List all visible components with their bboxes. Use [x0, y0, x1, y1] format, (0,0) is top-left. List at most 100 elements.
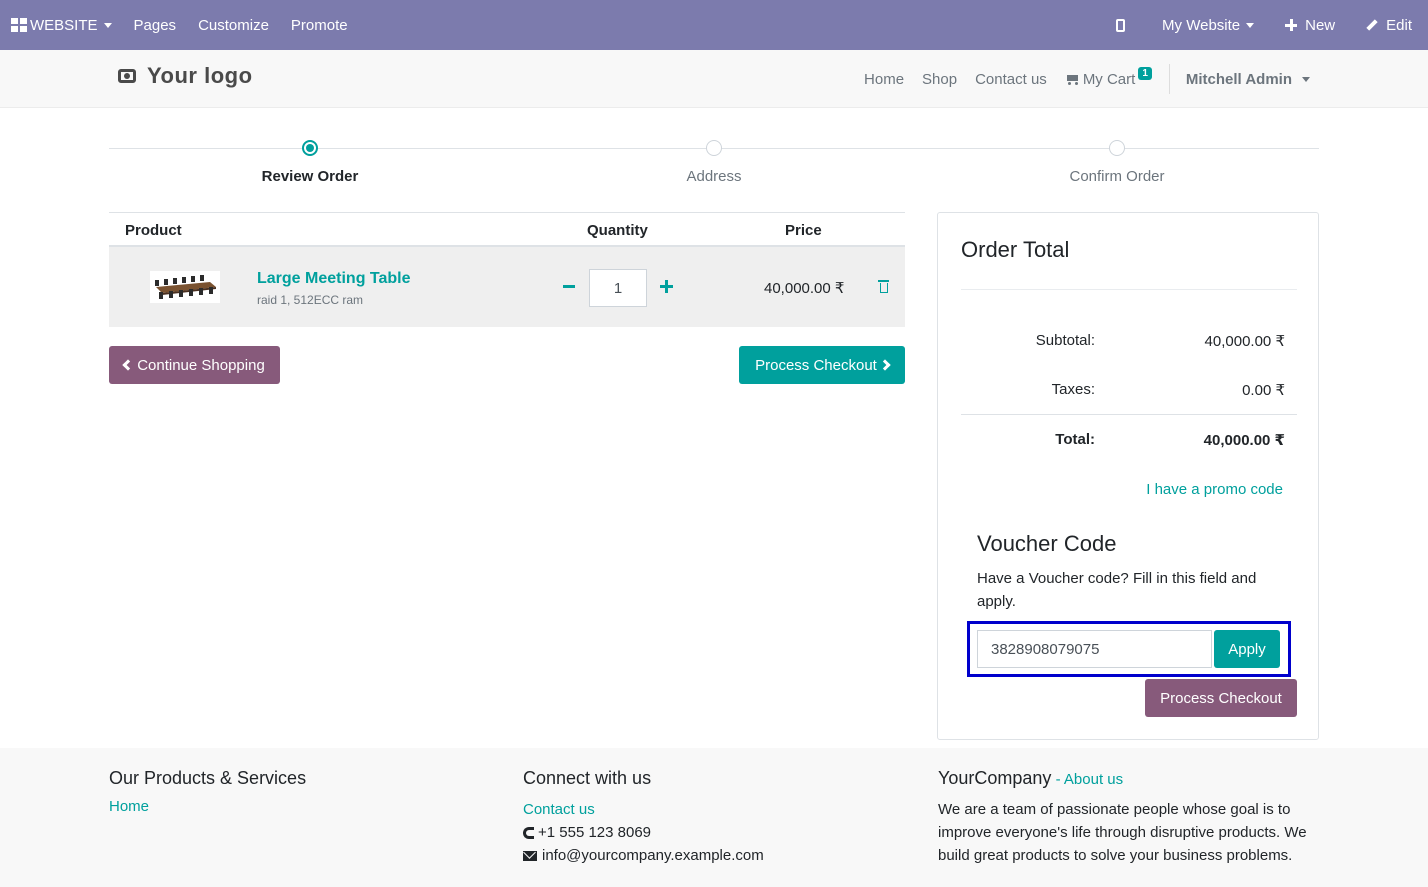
continue-shopping-button[interactable]: Continue Shopping	[109, 346, 280, 384]
column-product: Product	[125, 222, 182, 239]
product-thumbnail[interactable]	[150, 271, 220, 303]
order-total-title: Order Total	[961, 237, 1070, 262]
nav-my-cart[interactable]: My Cart 1	[1056, 66, 1161, 88]
about-us-link[interactable]: About us	[1064, 771, 1123, 788]
quantity-input[interactable]	[589, 269, 647, 307]
cart-row: Large Meeting Table raid 1, 512ECC ram 4…	[109, 247, 905, 327]
edit-label: Edit	[1386, 16, 1412, 34]
process-checkout-button[interactable]: Process Checkout	[739, 346, 905, 384]
nav-shop[interactable]: Shop	[913, 71, 966, 88]
footer-company: YourCompany - About us We are a team of …	[938, 768, 1318, 867]
chevron-right-icon	[879, 359, 891, 371]
taxes-label: Taxes:	[1051, 381, 1095, 398]
cart-table: Product Quantity Price Large Meeting Tab…	[109, 212, 905, 327]
phone-icon	[523, 826, 534, 839]
subtotal-value: 40,000.00 ₹	[1204, 333, 1285, 350]
column-quantity: Quantity	[587, 222, 648, 239]
divider	[961, 414, 1297, 415]
process-checkout-label: Process Checkout	[755, 356, 877, 374]
divider	[961, 289, 1297, 290]
caret-down-icon	[103, 22, 112, 28]
step-label: Confirm Order	[1069, 168, 1165, 185]
caret-down-icon	[1302, 76, 1310, 82]
footer-company-title: YourCompany - About us	[938, 768, 1318, 789]
promote-menu[interactable]: Promote	[280, 0, 359, 50]
cart-table-header: Product Quantity Price	[109, 212, 905, 247]
voucher-title: Voucher Code	[977, 531, 1117, 556]
company-name: YourCompany	[938, 768, 1052, 788]
footer-phone-text: +1 555 123 8069	[538, 824, 652, 841]
footer-home-link[interactable]: Home	[109, 798, 306, 815]
site-header: Your logo Home Shop Contact us My Cart 1…	[0, 50, 1428, 108]
product-name-link[interactable]: Large Meeting Table	[257, 270, 411, 288]
cart-count-badge: 1	[1138, 66, 1152, 80]
step-review-order: Review Order	[160, 138, 460, 185]
edit-button[interactable]: Edit	[1355, 0, 1428, 50]
camera-icon	[118, 69, 136, 83]
product-description: raid 1, 512ECC ram	[257, 293, 364, 307]
step-dot-icon	[302, 140, 318, 156]
nav-contact-us[interactable]: Contact us	[966, 71, 1056, 88]
footer-products: Our Products & Services Home	[109, 768, 306, 815]
footer-contact-link[interactable]: Contact us	[523, 798, 764, 821]
site-logo[interactable]: Your logo	[118, 63, 253, 89]
mobile-preview-button[interactable]	[1105, 0, 1151, 50]
new-button[interactable]: New	[1274, 0, 1355, 50]
step-confirm-order: Confirm Order	[967, 138, 1267, 185]
footer-phone: +1 555 123 8069	[523, 821, 764, 844]
apps-grid-icon	[11, 18, 27, 32]
order-total-card: Order Total Subtotal: 40,000.00 ₹ Taxes:…	[937, 212, 1319, 740]
my-website-menu[interactable]: My Website	[1151, 0, 1274, 50]
pages-menu[interactable]: Pages	[123, 0, 188, 50]
my-cart-label: My Cart	[1082, 70, 1136, 88]
shopping-cart-icon	[1065, 74, 1079, 85]
process-checkout-button-secondary[interactable]: Process Checkout	[1145, 679, 1297, 717]
caret-down-icon	[1246, 22, 1255, 28]
title-separator: -	[1051, 771, 1064, 788]
step-address: Address	[564, 138, 864, 185]
product-price: 40,000.00 ₹	[764, 280, 845, 297]
nav-home[interactable]: Home	[855, 71, 913, 88]
website-menu[interactable]: WEBSITE	[0, 0, 123, 50]
footer-connect: Connect with us Contact us +1 555 123 80…	[523, 768, 764, 867]
voucher-form: Apply	[967, 621, 1291, 677]
site-nav: Home Shop Contact us My Cart 1 Mitchell …	[855, 50, 1428, 108]
new-label: New	[1305, 16, 1336, 34]
footer-products-title: Our Products & Services	[109, 768, 307, 788]
pencil-icon	[1366, 19, 1378, 31]
step-dot-icon	[706, 140, 722, 156]
step-label: Address	[686, 168, 742, 185]
step-label: Review Order	[261, 168, 359, 185]
increase-quantity-button[interactable]	[660, 280, 673, 293]
subtotal-label: Subtotal:	[1035, 332, 1095, 349]
company-description: We are a team of passionate people whose…	[938, 801, 1307, 864]
mobile-phone-icon	[1116, 18, 1126, 32]
admin-bar: WEBSITE Pages Customize Promote My Websi…	[0, 0, 1428, 50]
my-website-label: My Website	[1162, 16, 1241, 34]
apply-voucher-button[interactable]: Apply	[1214, 630, 1280, 668]
column-price: Price	[785, 222, 822, 239]
checkout-progress: Review Order Address Confirm Order	[109, 138, 1319, 198]
promo-code-link[interactable]: I have a promo code	[1146, 481, 1283, 498]
chevron-left-icon	[122, 359, 134, 371]
decrease-quantity-button[interactable]	[563, 285, 575, 288]
footer-email-text: info@yourcompany.example.com	[542, 847, 764, 864]
site-footer: Our Products & Services Home Connect wit…	[0, 748, 1428, 887]
user-menu[interactable]: Mitchell Admin	[1168, 64, 1310, 94]
user-name: Mitchell Admin	[1185, 70, 1292, 88]
envelope-icon	[523, 850, 537, 861]
footer-email: info@yourcompany.example.com	[523, 844, 764, 867]
step-dot-icon	[1109, 140, 1125, 156]
voucher-description: Have a Voucher code? Fill in this field …	[977, 570, 1257, 610]
taxes-value: 0.00 ₹	[1242, 382, 1285, 399]
plus-icon	[1285, 19, 1298, 31]
footer-connect-title: Connect with us	[523, 768, 652, 788]
total-label: Total:	[1055, 431, 1095, 448]
total-value: 40,000.00 ₹	[1203, 432, 1285, 449]
logo-text: Your logo	[147, 63, 253, 88]
customize-menu[interactable]: Customize	[187, 0, 280, 50]
website-menu-label: WEBSITE	[30, 16, 98, 34]
voucher-code-input[interactable]	[977, 630, 1212, 668]
continue-shopping-label: Continue Shopping	[137, 356, 265, 374]
trash-icon[interactable]	[878, 280, 889, 293]
